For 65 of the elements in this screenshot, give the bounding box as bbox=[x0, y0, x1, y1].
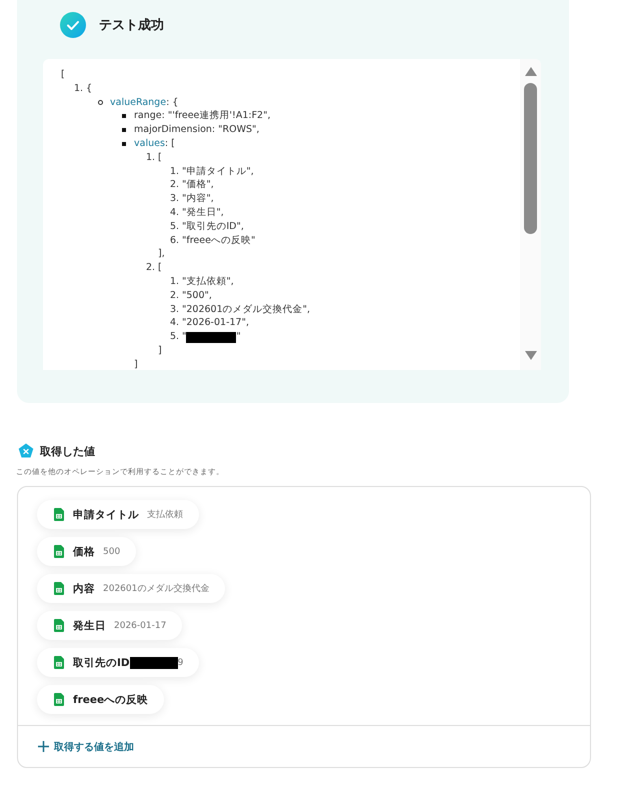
spreadsheet-icon bbox=[54, 545, 64, 558]
list-number: 1. bbox=[170, 274, 180, 289]
spreadsheet-icon bbox=[54, 693, 64, 706]
code-text: "支払依頼", bbox=[182, 274, 234, 289]
value-chip[interactable]: 取引先のID 9 bbox=[37, 648, 200, 677]
check-icon bbox=[60, 12, 86, 38]
list-number: 2. bbox=[146, 261, 156, 275]
spreadsheet-icon bbox=[54, 508, 64, 521]
value-chip[interactable]: 申請タイトル 支払依頼 bbox=[37, 500, 199, 529]
scrollbar[interactable] bbox=[520, 59, 541, 370]
code-text: "内容", bbox=[182, 192, 214, 206]
bullet-icon bbox=[122, 142, 126, 146]
list-number: 5. bbox=[170, 220, 180, 234]
list-number: 2. bbox=[170, 288, 180, 303]
list-number: 1. bbox=[170, 164, 180, 178]
code-text: : [ bbox=[164, 136, 175, 151]
list-number: 6. bbox=[170, 234, 180, 248]
code-text: [ bbox=[158, 261, 162, 275]
code-key: values bbox=[134, 136, 165, 151]
scroll-thumb[interactable] bbox=[524, 83, 537, 234]
code-text: "500", bbox=[182, 288, 212, 303]
code-text: ], bbox=[158, 247, 165, 262]
code-text: "申請タイトル", bbox=[182, 164, 254, 178]
variable-icon bbox=[18, 443, 34, 459]
result-title: テスト成功 bbox=[99, 17, 164, 34]
scroll-down-icon[interactable] bbox=[524, 351, 538, 361]
code-text: [ bbox=[61, 68, 65, 82]
value-chip[interactable]: freeeへの反映 bbox=[37, 685, 164, 714]
value-chip[interactable]: 価格 500 bbox=[37, 537, 136, 566]
list-number: 2. bbox=[170, 178, 180, 192]
value-chip[interactable]: 発生日 2026-01-17 bbox=[37, 611, 182, 640]
code-text: "2026-01-17", bbox=[182, 316, 249, 330]
code-text: [ bbox=[158, 150, 162, 165]
bullet-icon bbox=[122, 128, 126, 132]
code-text: ] bbox=[158, 344, 162, 358]
code-text: " bbox=[236, 330, 241, 344]
list-number: 4. bbox=[170, 206, 180, 220]
code-text: range: "'freee連携用'!A1:F2", bbox=[134, 109, 270, 124]
bullet-icon bbox=[122, 114, 126, 118]
code-text: "取引先のID", bbox=[182, 220, 244, 234]
code-text: { bbox=[86, 82, 92, 96]
code-text: "価格", bbox=[182, 178, 214, 192]
code-text: "freeeへの反映" bbox=[182, 234, 256, 248]
list-number: 4. bbox=[170, 316, 180, 330]
value-chip[interactable]: 内容 202601のメダル交換代金 bbox=[37, 574, 226, 603]
plus-icon bbox=[38, 741, 49, 752]
code-text: majorDimension: "ROWS", bbox=[134, 123, 260, 137]
scroll-up-icon[interactable] bbox=[524, 66, 538, 76]
section-title: 取得した値 bbox=[40, 444, 95, 458]
list-number: 1. bbox=[146, 150, 156, 165]
spreadsheet-icon bbox=[54, 619, 64, 632]
spreadsheet-icon bbox=[54, 582, 64, 595]
code-text: "発生日", bbox=[182, 206, 224, 220]
code-text: "202601のメダル交換代金", bbox=[182, 302, 310, 316]
code-text: " bbox=[182, 330, 186, 344]
bullet-icon bbox=[98, 100, 103, 105]
code-key: valueRange bbox=[110, 96, 166, 110]
add-value-button[interactable]: 取得する値を追加 bbox=[38, 740, 134, 754]
code-text: ] bbox=[134, 358, 138, 370]
list-number: 3. bbox=[170, 192, 180, 206]
code-text: : { bbox=[166, 96, 178, 110]
list-number: 1. bbox=[74, 82, 84, 96]
list-number: 5. bbox=[170, 330, 180, 344]
spreadsheet-icon bbox=[54, 656, 64, 669]
list-number: 3. bbox=[170, 302, 180, 316]
